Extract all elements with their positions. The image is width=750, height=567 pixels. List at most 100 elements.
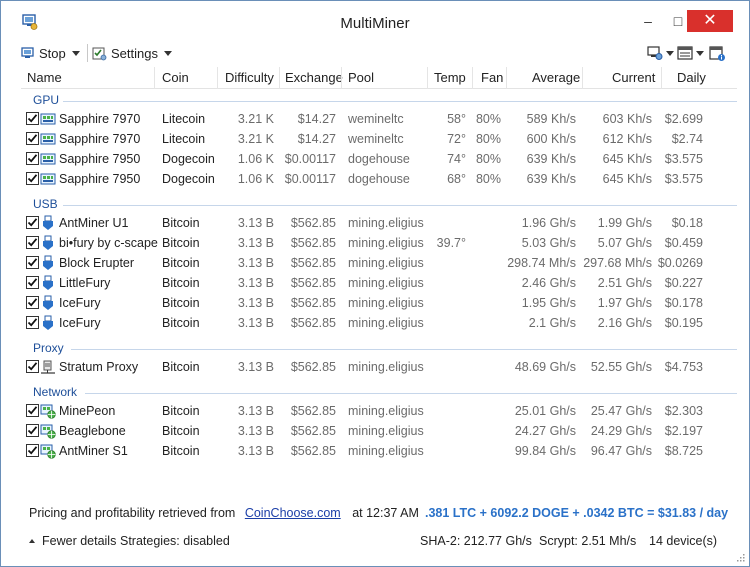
device-average: 25.01 Gh/s (514, 404, 576, 418)
group-divider (63, 101, 737, 102)
device-enabled-checkbox[interactable] (26, 424, 39, 437)
toolbar-divider (87, 44, 88, 62)
device-difficulty: 3.13 B (237, 360, 274, 374)
device-row[interactable]: Stratum Proxy Bitcoin 3.13 B $562.85 mining.… (21, 357, 737, 377)
column-divider[interactable] (472, 67, 473, 89)
group-gpu[interactable]: GPU (21, 91, 737, 109)
column-divider[interactable] (582, 67, 583, 89)
device-coin: Litecoin (162, 112, 206, 126)
check-icon (27, 218, 38, 227)
column-divider[interactable] (661, 67, 662, 89)
title-bar[interactable]: MultiMiner – □ ✕ (1, 1, 749, 39)
column-divider[interactable] (341, 67, 342, 89)
device-pool: mining.eligius (348, 316, 424, 330)
device-difficulty: 3.21 K (237, 132, 274, 146)
check-icon (27, 238, 38, 247)
device-row[interactable]: AntMiner U1 Bitcoin 3.13 B $562.85 mining.el… (21, 213, 737, 233)
device-enabled-checkbox[interactable] (26, 276, 39, 289)
device-row[interactable]: Sapphire 7970 Litecoin 3.21 K $14.27 weminel… (21, 129, 737, 149)
device-enabled-checkbox[interactable] (26, 216, 39, 229)
pricing-text: Pricing and profitability retrieved from (29, 506, 236, 520)
fewer-details-button[interactable]: Fewer details (29, 534, 116, 548)
device-row[interactable]: IceFury Bitcoin 3.13 B $562.85 mining.eligiu… (21, 293, 737, 313)
device-enabled-checkbox[interactable] (26, 404, 39, 417)
column-divider[interactable] (427, 67, 428, 89)
list-view-button[interactable] (677, 41, 704, 65)
device-enabled-checkbox[interactable] (26, 112, 39, 125)
profit-totals: .381 LTC + 6092.2 DOGE + .0342 BTC = $31… (425, 506, 729, 520)
device-exchange: $562.85 (290, 404, 336, 418)
column-difficulty[interactable]: Difficulty (225, 70, 274, 85)
column-coin[interactable]: Coin (162, 70, 189, 85)
device-row[interactable]: Block Erupter Bitcoin 3.13 B $562.85 mining.… (21, 253, 737, 273)
device-row[interactable]: bi•fury by c-scape Bitcoin 3.13 B $562.85 mi… (21, 233, 737, 253)
check-icon (27, 446, 38, 455)
device-enabled-checkbox[interactable] (26, 236, 39, 249)
column-divider[interactable] (506, 67, 507, 89)
check-icon (27, 154, 38, 163)
device-average: 1.95 Gh/s (521, 296, 576, 310)
device-enabled-checkbox[interactable] (26, 296, 39, 309)
device-enabled-checkbox[interactable] (26, 316, 39, 329)
group-usb[interactable]: USB (21, 195, 737, 213)
device-row[interactable]: MinePeon Bitcoin 3.13 B $562.85 mining.eligi… (21, 401, 737, 421)
device-coin: Bitcoin (162, 276, 200, 290)
column-temp[interactable]: Temp (434, 70, 466, 85)
resize-grip-icon[interactable] (735, 552, 745, 562)
coinchoose-link[interactable]: CoinChoose.com (245, 506, 341, 520)
group-network[interactable]: Network (21, 383, 737, 401)
device-row[interactable]: Sapphire 7970 Litecoin 3.21 K $14.27 weminel… (21, 109, 737, 129)
device-row[interactable]: LittleFury Bitcoin 3.13 B $562.85 mining.eli… (21, 273, 737, 293)
device-coin: Bitcoin (162, 216, 200, 230)
stop-icon (21, 47, 34, 58)
column-divider[interactable] (217, 67, 218, 89)
device-row[interactable]: Beaglebone Bitcoin 3.13 B $562.85 mining.eli… (21, 421, 737, 441)
toolbar: Stop Settings (17, 41, 735, 65)
minimize-button[interactable]: – (633, 10, 663, 32)
column-daily[interactable]: Daily (677, 70, 706, 85)
check-icon (27, 174, 38, 183)
column-current[interactable]: Current (612, 70, 655, 85)
details-panel-button[interactable] (709, 41, 726, 65)
device-enabled-checkbox[interactable] (26, 444, 39, 457)
settings-button[interactable]: Settings (92, 41, 172, 65)
group-proxy[interactable]: Proxy (21, 339, 737, 357)
device-current: 645 Kh/s (602, 172, 652, 186)
devices-view-button[interactable] (647, 41, 674, 65)
device-exchange: $562.85 (290, 360, 336, 374)
device-enabled-checkbox[interactable] (26, 256, 39, 269)
column-exchange[interactable]: Exchange (285, 70, 343, 85)
list-view-icon (677, 46, 693, 60)
column-divider[interactable] (154, 67, 155, 89)
stop-button[interactable]: Stop (21, 41, 80, 65)
device-daily: $0.18 (671, 216, 703, 230)
device-enabled-checkbox[interactable] (26, 172, 39, 185)
device-name: Block Erupter (59, 256, 135, 270)
check-icon (27, 114, 38, 123)
column-fan[interactable]: Fan (481, 70, 503, 85)
device-row[interactable]: Sapphire 7950 Dogecoin 1.06 K $0.00117 dogeh… (21, 169, 737, 189)
device-enabled-checkbox[interactable] (26, 152, 39, 165)
device-pool: mining.eligius (348, 236, 424, 250)
check-icon (27, 298, 38, 307)
network-icon (40, 443, 56, 459)
device-daily: $3.575 (664, 152, 703, 166)
device-difficulty: 3.13 B (237, 296, 274, 310)
check-icon (27, 258, 38, 267)
device-name: IceFury (59, 316, 101, 330)
device-row[interactable]: Sapphire 7950 Dogecoin 1.06 K $0.00117 dogeh… (21, 149, 737, 169)
usb-icon (40, 215, 56, 231)
device-difficulty: 3.13 B (237, 316, 274, 330)
device-coin: Bitcoin (162, 444, 200, 458)
device-enabled-checkbox[interactable] (26, 132, 39, 145)
device-row[interactable]: IceFury Bitcoin 3.13 B $562.85 mining.eligiu… (21, 313, 737, 333)
close-button[interactable]: ✕ (687, 10, 733, 32)
device-enabled-checkbox[interactable] (26, 360, 39, 373)
column-name[interactable]: Name (27, 70, 62, 85)
check-icon (27, 426, 38, 435)
column-average[interactable]: Average (532, 70, 580, 85)
column-divider[interactable] (279, 67, 280, 89)
device-row[interactable]: AntMiner S1 Bitcoin 3.13 B $562.85 mining.el… (21, 441, 737, 461)
column-pool[interactable]: Pool (348, 70, 374, 85)
device-difficulty: 1.06 K (237, 172, 274, 186)
